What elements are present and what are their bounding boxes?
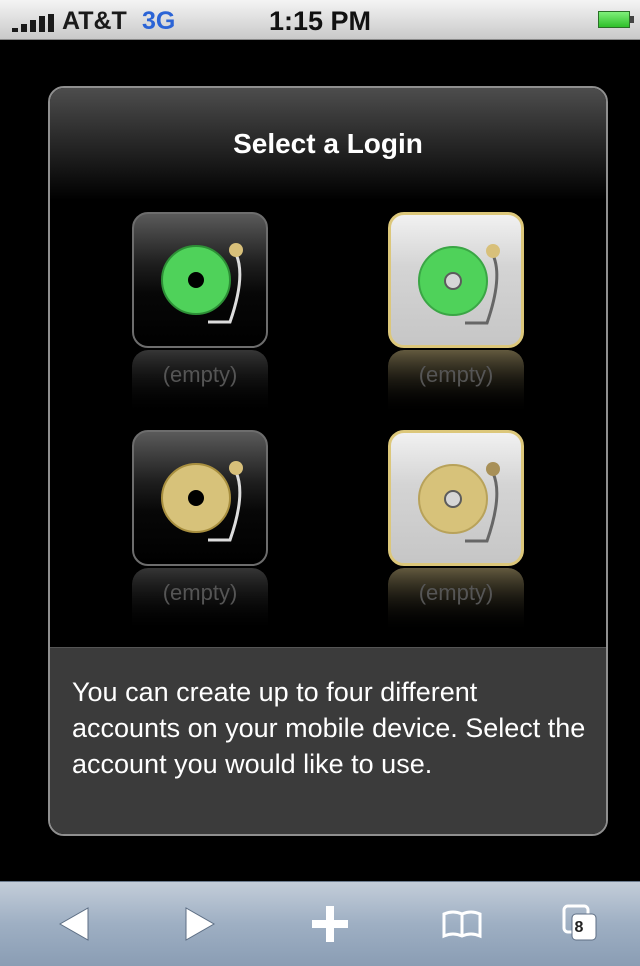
login-slot-4[interactable]: (empty) xyxy=(388,430,528,632)
login-slot-1[interactable]: (empty) xyxy=(132,212,272,414)
plus-icon xyxy=(312,906,348,942)
forward-arrow-icon xyxy=(185,907,216,941)
info-text: You can create up to four different acco… xyxy=(72,677,586,779)
browser-toolbar: 8 xyxy=(0,881,640,966)
login-grid: (empty) (empty) (empty) (empty) xyxy=(50,200,606,647)
disc-icon xyxy=(418,244,500,325)
disc-icon xyxy=(161,243,243,324)
bookmarks-button[interactable] xyxy=(420,882,500,966)
login-slot-3[interactable]: (empty) xyxy=(132,430,272,632)
dialog-header: Select a Login xyxy=(50,88,606,200)
login-slot-button[interactable] xyxy=(132,212,268,348)
login-slot-label: (empty) xyxy=(162,362,238,387)
status-time: 1:15 PM xyxy=(268,6,372,36)
back-arrow-icon xyxy=(58,907,89,941)
back-button[interactable] xyxy=(34,882,114,966)
disc-icon xyxy=(418,462,500,543)
pages-button[interactable]: 8 xyxy=(540,882,620,966)
disc-icon xyxy=(161,461,243,542)
login-slot-button[interactable] xyxy=(132,430,268,566)
login-slot-label: (empty) xyxy=(418,580,494,605)
login-slot-label: (empty) xyxy=(418,362,494,387)
dialog-footer: You can create up to four different acco… xyxy=(50,647,606,834)
page-count: 8 xyxy=(574,919,584,936)
forward-button[interactable] xyxy=(160,882,240,966)
login-slot-2[interactable]: (empty) xyxy=(388,212,528,414)
battery-icon xyxy=(598,11,634,28)
open-book-icon xyxy=(442,910,482,939)
dialog-title: Select a Login xyxy=(233,128,423,159)
login-slot-button[interactable] xyxy=(388,212,524,348)
login-dialog: Select a Login (empty) (empty) (empty) (… xyxy=(48,86,608,836)
login-slot-label: (empty) xyxy=(162,580,238,605)
login-slot-button[interactable] xyxy=(388,430,524,566)
status-bar: AT&T 3G 1:15 PM xyxy=(0,0,640,40)
add-button[interactable] xyxy=(288,882,368,966)
